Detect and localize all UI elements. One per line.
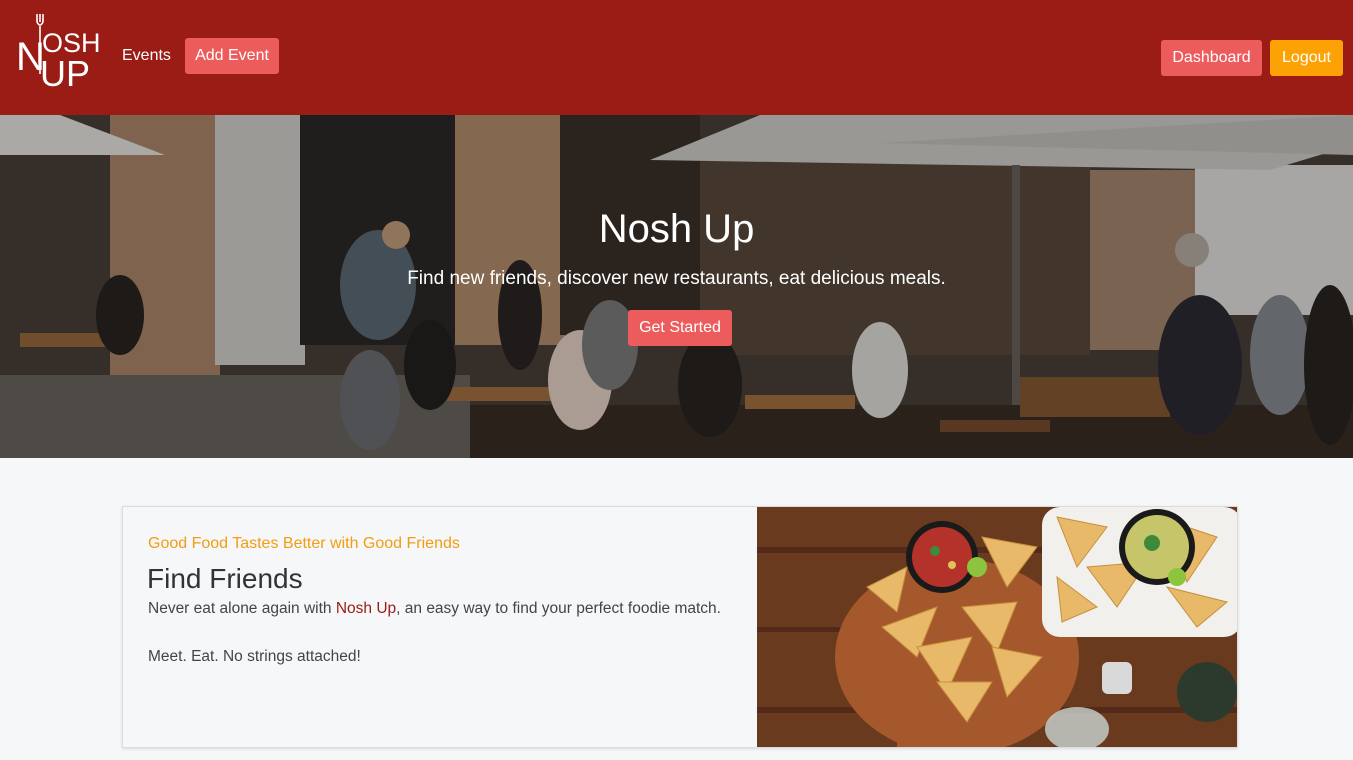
logout-button[interactable]: Logout — [1270, 40, 1343, 76]
nachos-food-image — [757, 507, 1237, 747]
dashboard-button[interactable]: Dashboard — [1161, 40, 1262, 76]
feature-brand-name: Nosh Up — [335, 600, 397, 617]
feature-tagline: Meet. Eat. No strings attached! — [148, 648, 361, 665]
brand-logo[interactable]: N OSH UP — [14, 12, 101, 94]
feature-title: Find Friends — [147, 563, 303, 594]
feature-kicker: Good Food Tastes Better with Good Friend… — [148, 535, 460, 552]
get-started-button[interactable]: Get Started — [628, 310, 732, 346]
top-navbar: N OSH UP Events Add Event Dashboard Logo… — [0, 0, 1353, 115]
feature-card: Good Food Tastes Better with Good Friend… — [122, 506, 1238, 748]
feature-description: Never eat alone again with Nosh Up, an e… — [148, 600, 721, 618]
hero-subtitle: Find new friends, discover new restauran… — [407, 268, 946, 289]
feature-text-before: Never eat alone again with — [148, 600, 336, 617]
add-event-button[interactable]: Add Event — [185, 38, 279, 74]
feature-text-after: , an easy way to find your perfect foodi… — [396, 600, 721, 617]
nav-events-link[interactable]: Events — [122, 47, 171, 65]
hero-banner: Nosh Up Find new friends, discover new r… — [0, 115, 1353, 458]
svg-text:UP: UP — [40, 53, 90, 90]
hero-title: Nosh Up — [598, 207, 755, 251]
